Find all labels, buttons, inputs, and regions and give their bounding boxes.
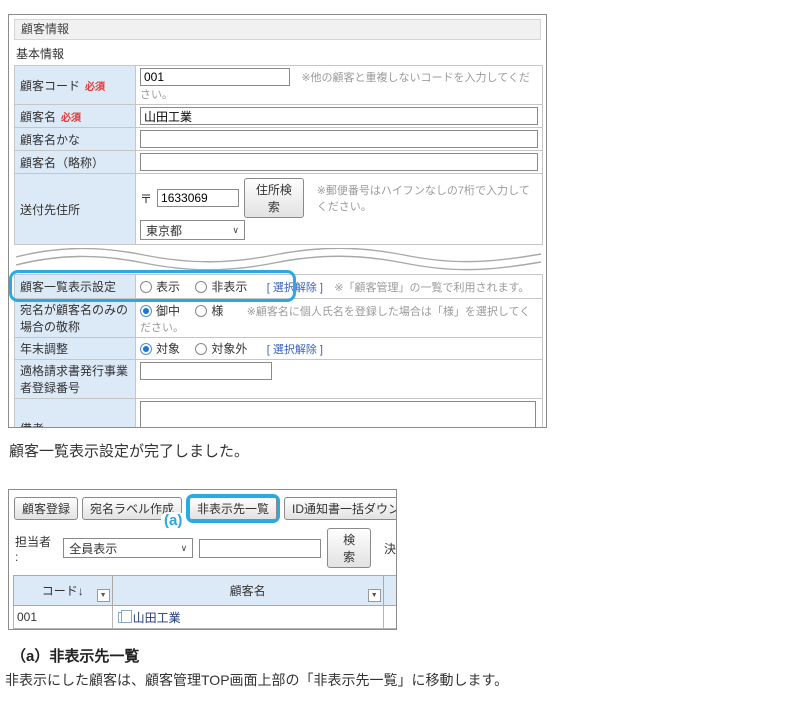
field-label-invoice-number: 適格請求書発行事業者登録番号 [15,360,136,399]
column-header-name: 顧客名 ▼ [112,576,383,606]
field-label-remarks: 備考 [15,399,136,429]
field-note-display: ※「顧客管理」の一覧で利用されます。 [334,282,529,294]
copy-icon [118,612,127,623]
customer-register-button[interactable]: 顧客登録 [14,497,78,520]
radio-label: 非表示 [211,280,247,294]
column-header-code: コード↓ ▼ [14,576,113,606]
field-label-address: 送付先住所 [15,174,136,245]
cut-wave-decoration [14,248,543,272]
postal-mark: 〒 [140,190,152,207]
table-row: 送付先住所 〒 住所検索 ※郵便番号はハイフンなしの7桁で入力してください。 東… [15,174,543,245]
radio-display-off[interactable] [195,281,207,293]
customer-table: コード↓ ▼ 顧客名 ▼ 集約 ﾎﾞｰﾄﾞ 001 山田工業 [13,575,397,629]
sort-desc-icon: ↓ [78,584,84,598]
postal-code-input[interactable] [157,189,239,207]
table-row: 顧客名かな [15,128,543,151]
customer-kana-input[interactable] [140,130,538,148]
cell-board [383,606,397,629]
radio-label: 御中 [156,304,180,318]
table-row: 顧客名（略称） [15,151,543,174]
customer-name-input[interactable] [140,107,538,125]
filter-dropdown-button[interactable]: ▼ [368,589,381,602]
table-row: 適格請求書発行事業者登録番号 [15,360,543,399]
prefecture-select[interactable]: 東京都 ∨ [140,220,245,240]
highlight-box-hidden-list: 非表示先一覧 [186,494,280,523]
annotation-a: (a) [161,512,185,529]
customer-code-input[interactable] [140,68,290,86]
cell-code: 001 [14,606,113,629]
radio-onchu[interactable] [140,305,152,317]
table-row: 備考 [15,399,543,429]
clear-selection-link[interactable]: [ 選択解除 ] [267,344,323,356]
basic-info-table: 顧客コード必須 ※他の顧客と重複しないコードを入力してください。 顧客名必須 顧… [14,65,543,245]
staff-filter-select[interactable]: 全員表示 ∨ [63,538,193,558]
radio-display-on[interactable] [140,281,152,293]
table-row: 顧客名必須 [15,105,543,128]
list-toolbar: 顧客登録 宛名ラベル作成 非表示先一覧 ID通知書一括ダウンロード [9,490,396,523]
table-row: 顧客コード必須 ※他の顧客と重複しないコードを入力してください。 [15,66,543,105]
required-badge: 必須 [85,82,105,93]
field-label-honorific: 宛名が顧客名のみの場合の敬称 [15,299,136,338]
required-badge: 必須 [61,113,81,124]
customer-search-input[interactable] [199,539,321,558]
field-label-display-setting: 顧客一覧表示設定 [15,275,136,299]
radio-sama[interactable] [195,305,207,317]
completion-message: 顧客一覧表示設定が完了しました。 [9,440,249,461]
field-label-customer-abbr: 顧客名（略称） [15,151,136,174]
table-row: 顧客一覧表示設定 表示 非表示 [ 選択解除 ] ※「顧客管理」の一覧で利用され… [15,275,543,299]
radio-not-target[interactable] [195,343,207,355]
staff-filter-label: 担当者 : [15,533,57,564]
field-label-customer-code: 顧客コード必須 [15,66,136,105]
radio-label: 様 [211,304,223,318]
field-note-postal: ※郵便番号はハイフンなしの7桁で入力してください。 [317,182,538,214]
list-filter-row: 担当者 : 全員表示 ∨ 検索 決 [9,523,396,568]
filter-dropdown-icon: ▼ [371,592,378,599]
table-row: 001 山田工業 [14,606,398,629]
radio-label: 対象外 [211,342,247,356]
hidden-list-button[interactable]: 非表示先一覧 [189,497,277,520]
table-row: 年末調整 対象 対象外 [ 選択解除 ] [15,338,543,360]
form-title: 顧客情報 [14,19,541,40]
section-title: 基本情報 [16,45,546,62]
field-label-customer-kana: 顧客名かな [15,128,136,151]
clear-selection-link[interactable]: [ 選択解除 ] [267,282,323,294]
radio-label: 表示 [156,280,180,294]
field-label-customer-name: 顧客名必須 [15,105,136,128]
cell-name: 山田工業 [112,606,383,629]
caption-body: 非表示にした顧客は、顧客管理TOP画面上部の「非表示先一覧」に移動します。 [5,670,508,690]
chevron-down-icon: ∨ [232,225,239,236]
id-notice-download-button[interactable]: ID通知書一括ダウンロード [284,497,397,520]
customer-abbr-input[interactable] [140,153,538,171]
settings-table: 顧客一覧表示設定 表示 非表示 [ 選択解除 ] ※「顧客管理」の一覧で利用され… [14,274,543,428]
customer-name-link[interactable]: 山田工業 [133,611,181,625]
clipped-text: 決 [384,540,396,557]
radio-target[interactable] [140,343,152,355]
radio-label: 対象 [156,342,180,356]
filter-dropdown-icon: ▼ [100,592,107,599]
caption-heading: （a）非表示先一覧 [11,645,139,666]
customer-list-screenshot: 顧客登録 宛名ラベル作成 非表示先一覧 ID通知書一括ダウンロード (a) 担当… [8,489,397,630]
search-button[interactable]: 検索 [327,528,371,568]
invoice-number-input[interactable] [140,362,272,380]
remarks-textarea[interactable] [140,401,536,428]
address-search-button[interactable]: 住所検索 [244,178,304,218]
chevron-down-icon: ∨ [181,543,188,554]
filter-dropdown-button[interactable]: ▼ [97,589,110,602]
column-header-board: 集約 ﾎﾞｰﾄﾞ [383,576,397,606]
field-label-year-end: 年末調整 [15,338,136,360]
table-row: 宛名が顧客名のみの場合の敬称 御中 様 ※顧客名に個人氏名を登録した場合は「様」… [15,299,543,338]
customer-info-screenshot: 顧客情報 基本情報 顧客コード必須 ※他の顧客と重複しないコードを入力してくださ… [8,14,547,428]
table-header-row: コード↓ ▼ 顧客名 ▼ 集約 ﾎﾞｰﾄﾞ [14,576,398,606]
